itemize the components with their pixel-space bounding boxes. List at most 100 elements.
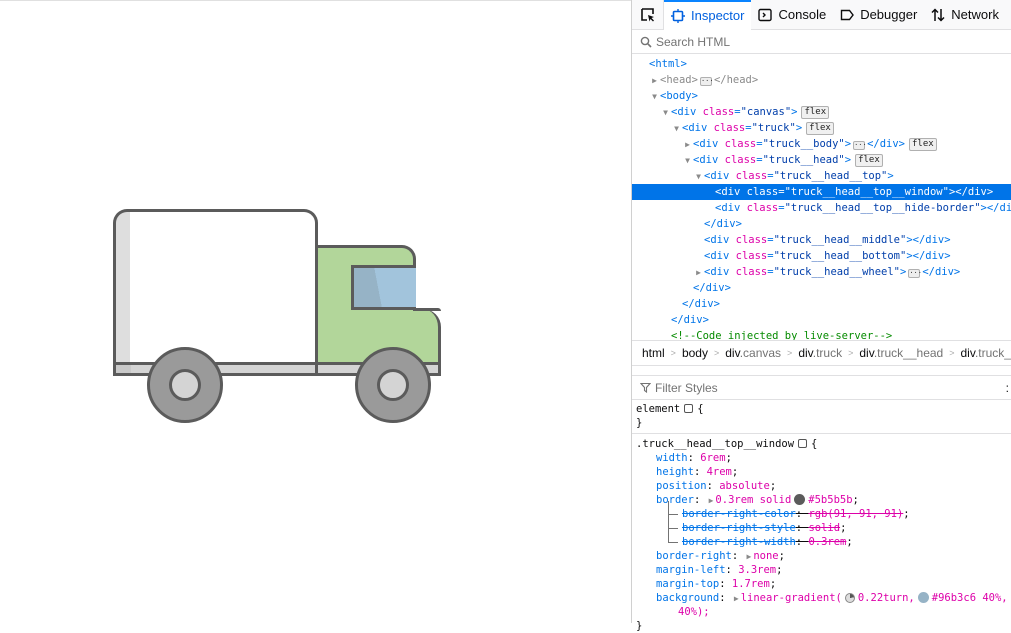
node-highlight-icon[interactable] xyxy=(684,404,693,413)
collapse-arrow-icon[interactable]: ▼ xyxy=(649,89,660,105)
gradient-angle[interactable]: 0.22turn, xyxy=(858,592,915,604)
tree-node-head-top[interactable]: ▼<div class="truck__head__top"> xyxy=(632,168,1011,184)
node-attr-value: "truck__head" xyxy=(763,154,845,166)
expand-arrow-icon[interactable]: ▶ xyxy=(693,265,704,281)
element-rule-header: element{ xyxy=(636,402,1011,416)
color-swatch[interactable] xyxy=(794,494,805,505)
splitter[interactable] xyxy=(632,366,1011,376)
declaration-background[interactable]: background: ▶linear-gradient(0.22turn,#9… xyxy=(636,591,1011,605)
crumb-tag: div xyxy=(960,346,974,360)
property-value[interactable]: 4rem xyxy=(707,466,732,478)
breadcrumb-item-body[interactable]: body xyxy=(682,346,708,360)
crumb-tag: div xyxy=(798,346,812,360)
tree-node-close[interactable]: </div> xyxy=(632,216,1011,232)
angle-swatch-icon[interactable] xyxy=(845,593,855,603)
close-brace: } xyxy=(636,417,642,429)
collapsed-ellipsis[interactable]: ··· xyxy=(700,77,712,86)
property-value[interactable]: 3.3rem xyxy=(738,564,776,576)
tree-node-head[interactable]: ▶<head>···</head> xyxy=(632,72,1011,88)
tree-node-html[interactable]: <html> xyxy=(632,56,1011,72)
property-value[interactable]: 6rem xyxy=(700,452,725,464)
collapsed-ellipsis[interactable]: ··· xyxy=(908,269,920,278)
tree-node-close[interactable]: </div> xyxy=(632,312,1011,328)
tab-console-label: Console xyxy=(778,7,826,22)
breadcrumb-item-canvas[interactable]: div.canvas xyxy=(725,346,781,360)
breadcrumb-item-truck-head[interactable]: div.truck__head xyxy=(859,346,943,360)
color-swatch[interactable] xyxy=(918,592,929,603)
collapse-arrow-icon[interactable]: ▼ xyxy=(671,121,682,137)
pseudo-class-toggle[interactable]: : xyxy=(1006,381,1009,395)
expand-arrow-icon[interactable]: ▶ xyxy=(649,73,660,89)
declaration-margin-left[interactable]: margin-left: 3.3rem; xyxy=(636,563,1011,577)
flex-badge[interactable]: flex xyxy=(855,154,883,167)
property-value[interactable]: none xyxy=(753,550,778,562)
declaration-width[interactable]: width: 6rem; xyxy=(636,451,1011,465)
declaration-height[interactable]: height: 4rem; xyxy=(636,465,1011,479)
inspector-icon xyxy=(671,9,685,23)
property-value[interactable]: 1.7rem xyxy=(732,578,770,590)
flex-badge[interactable]: flex xyxy=(801,106,829,119)
expand-shorthand-icon[interactable]: ▶ xyxy=(734,594,739,603)
node-tag: </div> xyxy=(704,218,742,230)
collapse-arrow-icon[interactable]: ▼ xyxy=(660,105,671,121)
breadcrumb-item-truck[interactable]: div.truck xyxy=(798,346,842,360)
filter-styles-input[interactable]: Filter Styles : xyxy=(632,376,1011,400)
gradient-stop[interactable]: #96b3c6 40%, xyxy=(932,592,1008,604)
flex-badge[interactable]: flex xyxy=(909,138,937,151)
declaration-border-right[interactable]: border-right: ▶none; xyxy=(636,549,1011,563)
tree-node-truck-head[interactable]: ▼<div class="truck__head">flex xyxy=(632,152,1011,168)
truck-head-middle-edge xyxy=(413,308,441,311)
tree-node-head-bottom[interactable]: <div class="truck__head__bottom"></div> xyxy=(632,248,1011,264)
property-name[interactable]: border-right xyxy=(656,550,732,562)
property-name[interactable]: margin-left xyxy=(656,564,726,576)
property-name[interactable]: height xyxy=(656,466,694,478)
declaration-position[interactable]: position: absolute; xyxy=(636,479,1011,493)
property-name[interactable]: margin-top xyxy=(656,578,719,590)
property-name[interactable]: position xyxy=(656,480,707,492)
flex-badge[interactable]: flex xyxy=(806,122,834,135)
collapsed-ellipsis[interactable]: ··· xyxy=(853,141,865,150)
collapse-arrow-icon[interactable]: ▼ xyxy=(693,169,704,185)
property-value[interactable]: absolute xyxy=(719,480,770,492)
expand-shorthand-icon[interactable]: ▶ xyxy=(709,496,714,505)
collapse-arrow-icon[interactable]: ▼ xyxy=(682,153,693,169)
search-html-input[interactable]: Search HTML xyxy=(632,30,1011,54)
property-name[interactable]: background xyxy=(656,592,719,604)
node-tag: <div xyxy=(682,122,707,134)
node-attr-value: "truck__head__bottom" xyxy=(774,250,907,262)
property-name[interactable]: border xyxy=(656,494,694,506)
element-picker-button[interactable] xyxy=(632,0,664,30)
tab-console[interactable]: Console xyxy=(751,0,833,30)
expand-shorthand-icon[interactable]: ▶ xyxy=(747,552,752,561)
tree-node-close[interactable]: </div> xyxy=(632,280,1011,296)
declaration-border[interactable]: border: ▶0.3rem solid#5b5b5b; xyxy=(636,493,1011,507)
property-value-color[interactable]: #5b5b5b xyxy=(808,494,852,506)
breadcrumb-item-html[interactable]: html xyxy=(642,346,665,360)
tree-node-head-top-window-selected[interactable]: <div class="truck__head__top__window"></… xyxy=(632,184,1011,200)
tab-inspector[interactable]: Inspector xyxy=(664,0,751,30)
tree-node-body[interactable]: ▼<body> xyxy=(632,88,1011,104)
tree-node-head-middle[interactable]: <div class="truck__head__middle"></div> xyxy=(632,232,1011,248)
property-name[interactable]: width xyxy=(656,452,688,464)
tree-node-head-top-hide-border[interactable]: <div class="truck__head__top__hide-borde… xyxy=(632,200,1011,216)
node-tag: <div xyxy=(693,138,718,150)
tab-network[interactable]: Network xyxy=(924,0,1006,30)
crumb-class: .truck xyxy=(813,346,842,360)
property-value[interactable]: linear-gradient( xyxy=(741,592,842,604)
tree-node-close[interactable]: </div> xyxy=(632,296,1011,312)
rule-selector[interactable]: .truck__head__top__window xyxy=(636,438,794,450)
property-value[interactable]: 0.3rem solid xyxy=(715,494,791,506)
tree-node-head-wheel[interactable]: ▶<div class="truck__head__wheel">···</di… xyxy=(632,264,1011,280)
node-highlight-icon[interactable] xyxy=(798,439,807,448)
search-icon xyxy=(640,36,652,48)
tree-node-truck[interactable]: ▼<div class="truck">flex xyxy=(632,120,1011,136)
declaration-margin-top[interactable]: margin-top: 1.7rem; xyxy=(636,577,1011,591)
tree-node-comment[interactable]: <!--Code injected by live-server--> xyxy=(632,328,1011,340)
tree-node-truck-body[interactable]: ▶<div class="truck__body">···</div>flex xyxy=(632,136,1011,152)
console-icon xyxy=(758,8,772,22)
breadcrumb-item-truck-head-top[interactable]: div.truck_ xyxy=(960,346,1010,360)
node-tag: </div> xyxy=(682,298,720,310)
expand-arrow-icon[interactable]: ▶ xyxy=(682,137,693,153)
tab-debugger[interactable]: Debugger xyxy=(833,0,924,30)
tree-node-canvas[interactable]: ▼<div class="canvas">flex xyxy=(632,104,1011,120)
